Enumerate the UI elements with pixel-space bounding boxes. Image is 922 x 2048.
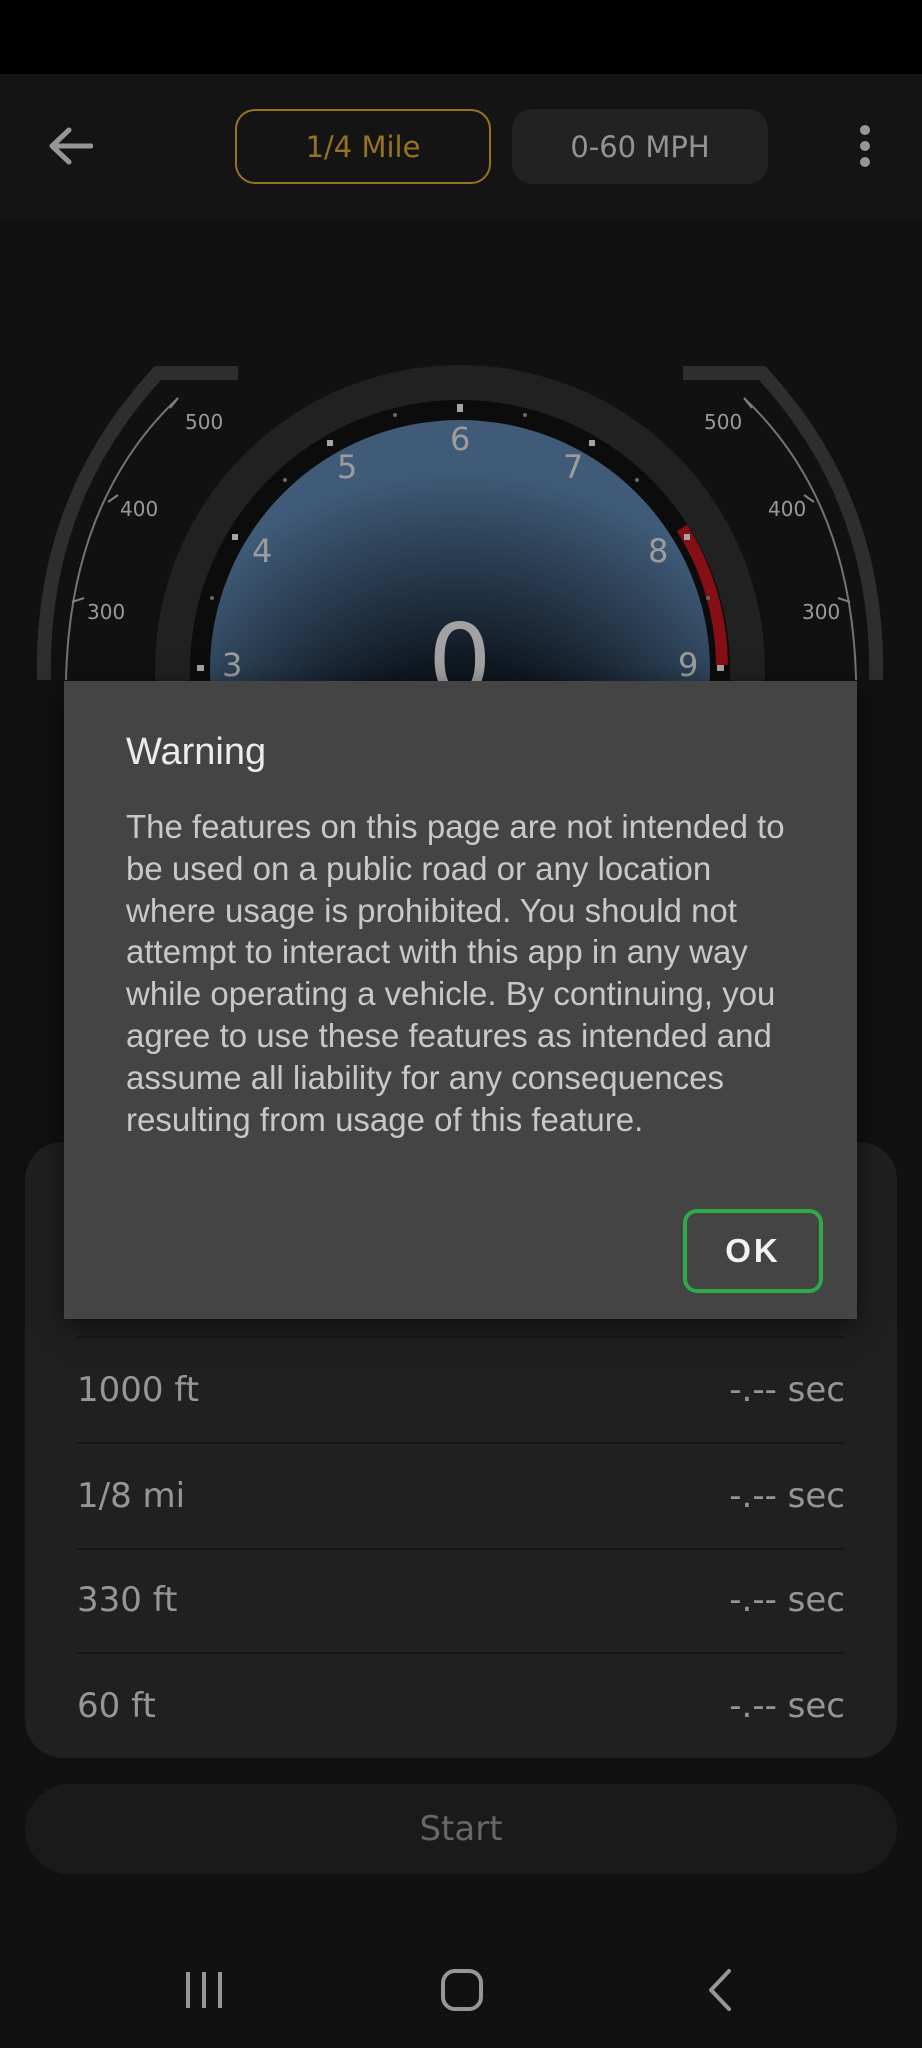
ok-button[interactable]: OK — [683, 1209, 823, 1293]
warning-dialog: Warning The features on this page are no… — [64, 681, 857, 1319]
dialog-message: The features on this page are not intend… — [126, 808, 785, 1138]
dialog-title: Warning — [126, 731, 267, 773]
